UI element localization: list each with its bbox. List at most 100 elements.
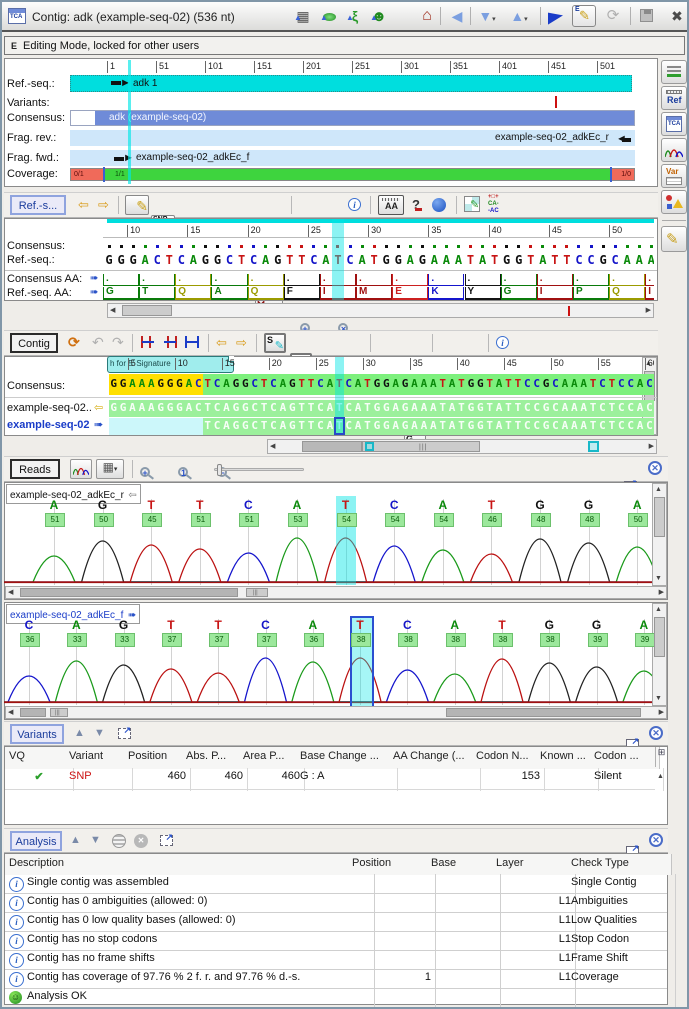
- variant-tick[interactable]: [555, 96, 557, 108]
- reads-zoom-reset-icon[interactable]: 1: [178, 467, 188, 477]
- annotation-pen-icon[interactable]: ✎: [661, 226, 687, 252]
- export-object-icon[interactable]: ▲: [318, 6, 340, 26]
- analysis-column-header[interactable]: Base: [427, 854, 497, 875]
- contig-read1-label[interactable]: example-seq-02..: [7, 402, 92, 414]
- variants-column-header[interactable]: Codon ...: [590, 747, 660, 769]
- jump-icon[interactable]: [548, 9, 563, 24]
- analysis-up-icon[interactable]: ▲: [70, 834, 81, 846]
- scroll-right-icon[interactable]: ▶: [649, 441, 654, 453]
- analysis-column-header[interactable]: Description: [5, 854, 353, 875]
- analysis-down-icon[interactable]: ▼: [90, 834, 101, 846]
- reads-zoom-slider[interactable]: [214, 468, 304, 471]
- tab-variants[interactable]: Variants: [10, 724, 64, 744]
- variants-column-header[interactable]: Known ...: [536, 747, 595, 769]
- read2-vscrollbar[interactable]: ▲ ▼: [652, 603, 667, 706]
- refseq-sequence-row[interactable]: GGGACTCAGGCTCAGTTCATCATGGAGAAATATGGTATTC…: [103, 253, 654, 269]
- edit-base-button[interactable]: ✎: [125, 195, 149, 215]
- variants-column-header[interactable]: Codon N...: [472, 747, 541, 769]
- nav-back-icon[interactable]: ◀: [446, 6, 468, 26]
- trace-display-button[interactable]: [70, 459, 92, 479]
- reads-zoom-in-icon[interactable]: +: [140, 467, 150, 477]
- export-dna-icon[interactable]: ξ▲: [344, 6, 366, 26]
- read1-hscrollbar[interactable]: ◀ ||| ▶: [5, 586, 667, 599]
- analysis-row[interactable]: Single contig was assembledSingle Contig…: [5, 874, 667, 894]
- sequence-view-icon[interactable]: TCA: [661, 112, 687, 136]
- refseq-hscrollbar[interactable]: ◀ ▶: [107, 303, 654, 318]
- consensus-aa-row[interactable]: ................: [103, 273, 654, 286]
- read1-trace-area[interactable]: A51G50T45T51C51A53T54C54A54T46G48G48A50: [4, 482, 654, 586]
- contig-info-icon[interactable]: i: [496, 336, 509, 349]
- next-disagreement-icon[interactable]: ⇨: [236, 333, 247, 353]
- variants-column-header[interactable]: Abs. P...: [182, 747, 244, 769]
- analysis-filter-icon[interactable]: [112, 834, 126, 848]
- tab-contig[interactable]: Contig: [10, 333, 58, 353]
- analysis-clear-icon[interactable]: ✕: [134, 834, 148, 848]
- unknown-base-icon[interactable]: ?: [412, 196, 420, 214]
- nav-up-icon[interactable]: ▲▾: [508, 6, 530, 26]
- codon-usage-icon[interactable]: +□+CA--AC: [488, 194, 499, 215]
- frag-fwd-bar[interactable]: ► example-seq-02_adkEc_f: [70, 150, 635, 166]
- chromatogram-view-icon[interactable]: [661, 138, 687, 162]
- analysis-row[interactable]: Analysis OK☺: [5, 988, 667, 1008]
- prev-disagreement-icon[interactable]: ⇦: [216, 333, 227, 353]
- aa-ruler-button[interactable]: AA: [378, 195, 404, 215]
- codon-edit-icon[interactable]: ✎: [464, 196, 480, 212]
- analysis-export-icon[interactable]: [160, 835, 173, 846]
- ref-view-icon[interactable]: Ref: [661, 86, 687, 110]
- scroll-left-icon[interactable]: ◀: [270, 441, 275, 453]
- consensus-bar[interactable]: adk (example-seq-02): [70, 110, 635, 126]
- variants-column-header[interactable]: Variant: [65, 747, 129, 769]
- overview-view-icon[interactable]: [661, 60, 687, 84]
- analysis-row[interactable]: Contig has no frame shiftsL1Frame Shifti: [5, 950, 667, 970]
- variants-down-icon[interactable]: ▼: [94, 727, 105, 739]
- contig-consensus-row[interactable]: GGAAAGGGACTCAGGCTCAGTTCATCATGGAGAAATATGG…: [109, 374, 654, 395]
- ref-seq-bar[interactable]: ► adk 1: [70, 75, 632, 92]
- analysis-row[interactable]: Contig has coverage of 97.76 % 2 f. r. a…: [5, 969, 667, 989]
- trim-right-icon[interactable]: [162, 336, 178, 348]
- prev-variant-icon[interactable]: ⇦: [78, 195, 89, 215]
- web-lookup-icon[interactable]: [432, 198, 446, 212]
- read1-vscrollbar[interactable]: ▲ ▼: [652, 483, 667, 586]
- variants-export-icon[interactable]: [118, 728, 131, 739]
- variants-view-icon[interactable]: Var: [661, 164, 687, 188]
- refresh-icon[interactable]: ⟳: [602, 6, 624, 26]
- analysis-column-header[interactable]: Layer: [492, 854, 572, 875]
- save-icon[interactable]: [640, 9, 653, 22]
- scroll-left-icon[interactable]: ◀: [110, 305, 115, 317]
- info-icon[interactable]: i: [348, 198, 361, 211]
- trim-left-icon[interactable]: [140, 336, 156, 348]
- refseq-aa-frame-icon[interactable]: ➠: [90, 287, 98, 298]
- contig-read1-row[interactable]: GGAAAGGGACTCAGGCTCAGTTCATCATGGAGAAATATGG…: [109, 400, 654, 417]
- analysis-row[interactable]: Contig has 0 low quality bases (allowed:…: [5, 912, 667, 932]
- tab-analysis[interactable]: Analysis: [10, 831, 62, 851]
- variants-column-header[interactable]: VQ: [5, 747, 70, 769]
- refseq-aa-row[interactable]: GTQAQFIMEKYGIPQI: [103, 287, 654, 300]
- reads-close-icon[interactable]: ✕: [648, 461, 662, 475]
- home-icon[interactable]: ⌂: [416, 6, 438, 26]
- consensus-aa-frame-icon[interactable]: ➠: [90, 273, 98, 284]
- reassemble-icon[interactable]: ⟳: [68, 334, 80, 351]
- contig-read2-row[interactable]: TCAGGCTCAGTTCATCATGGAGAAATATGGTATTCCGCAA…: [109, 418, 654, 435]
- tab-reads[interactable]: Reads: [10, 459, 60, 479]
- variant-row[interactable]: ✔SNP460460460G : A153Silent: [5, 768, 655, 790]
- variants-scroll-up-icon[interactable]: ▲: [657, 771, 664, 783]
- variants-close-icon[interactable]: ✕: [649, 726, 663, 740]
- variants-column-header[interactable]: AA Change (...: [389, 747, 477, 769]
- export-sample-icon[interactable]: ☻▲: [368, 6, 390, 26]
- analysis-view-icon[interactable]: [661, 190, 687, 214]
- export-table-icon[interactable]: ▦▲: [292, 6, 314, 26]
- read2-hscrollbar[interactable]: ◀ ||| ▶: [5, 706, 667, 719]
- tab-refseq[interactable]: Ref.-s...: [10, 195, 66, 215]
- redo-icon[interactable]: ↷: [112, 334, 124, 351]
- edit-sequence-button[interactable]: S✎: [264, 333, 286, 353]
- variants-column-header[interactable]: Area P...: [239, 747, 301, 769]
- refseq-consensus-dots-row[interactable]: [103, 240, 654, 253]
- nav-down-icon[interactable]: ▼▾: [476, 6, 498, 26]
- next-variant-icon[interactable]: ⇨: [98, 195, 109, 215]
- analysis-column-header[interactable]: Check Type: [567, 854, 672, 875]
- variants-column-header[interactable]: Position: [124, 747, 187, 769]
- contig-read2-label[interactable]: example-seq-02: [7, 419, 90, 431]
- close-icon[interactable]: ✖: [666, 6, 688, 26]
- trim-both-icon[interactable]: [184, 336, 200, 348]
- variants-column-picker-icon[interactable]: ⊞: [655, 747, 667, 767]
